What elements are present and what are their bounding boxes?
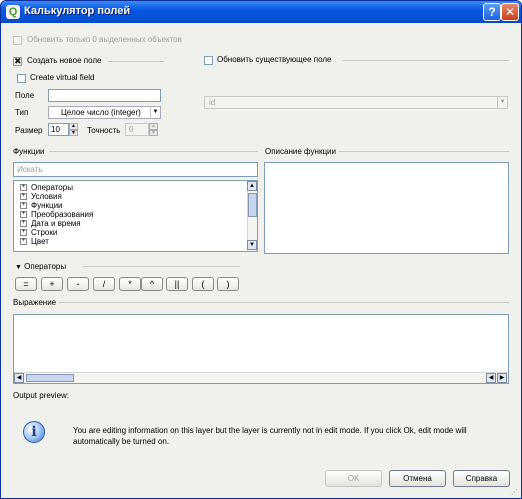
create-virtual-field-label: Create virtual field <box>30 73 95 82</box>
group-divider <box>83 266 240 267</box>
tree-item-conditions[interactable]: + Условия <box>20 192 62 201</box>
scroll-left-icon[interactable]: ◀ <box>486 373 496 383</box>
field-name-input[interactable] <box>48 89 161 102</box>
precision-up-icon[interactable]: ▲ <box>149 123 158 130</box>
existing-field-select[interactable]: id ▼ <box>204 96 508 109</box>
field-type-value: Целое число (integer) <box>61 108 141 117</box>
create-new-field-label: Создать новое поле <box>27 56 102 65</box>
window-title: Калькулятор полей <box>24 5 131 17</box>
scroll-up-icon[interactable]: ▲ <box>247 181 257 191</box>
field-name-label: Поле <box>15 91 35 100</box>
expand-plus-icon[interactable]: + <box>20 202 27 210</box>
tree-item-color[interactable]: + Цвет <box>20 237 49 246</box>
size-up-icon[interactable]: ▲ <box>69 123 78 130</box>
tree-item-date-time[interactable]: + Дата и время <box>20 219 81 228</box>
field-calculator-dialog: Q Калькулятор полей ? ✕ Обновить только … <box>0 0 522 499</box>
field-precision-value: 0 <box>129 125 134 134</box>
field-size-value: 10 <box>51 125 60 134</box>
expand-plus-icon[interactable]: + <box>20 229 27 237</box>
expand-plus-icon[interactable]: + <box>20 193 27 201</box>
create-virtual-field-checkbox[interactable] <box>17 74 26 83</box>
chevron-down-icon: ▼ <box>150 107 160 118</box>
function-tree[interactable]: + Операторы + Условия + Функции + Преобразов… <box>13 180 258 252</box>
update-existing-field-label: Обновить существующее поле <box>217 55 332 64</box>
operator-divide-button[interactable]: / <box>93 277 115 291</box>
operator-concat-button[interactable]: || <box>166 277 188 291</box>
operator-open-paren-button[interactable]: ( <box>192 277 214 291</box>
field-size-input[interactable]: 10 <box>48 123 69 136</box>
function-tree-scrollbar[interactable]: ▲ ▼ <box>247 181 257 251</box>
functions-section-label: Функции <box>13 147 45 156</box>
expand-plus-icon[interactable]: + <box>20 184 27 192</box>
group-divider <box>339 151 509 152</box>
existing-field-value: id <box>209 98 216 107</box>
tree-item-conversions[interactable]: + Преобразования <box>20 210 93 219</box>
operators-toggle[interactable]: ▼ Операторы <box>15 262 66 271</box>
field-precision-label: Точность <box>87 126 121 135</box>
expand-plus-icon[interactable]: + <box>20 211 27 219</box>
function-search-input[interactable]: Искать <box>13 162 258 177</box>
operator-multiply-button[interactable]: * <box>119 277 141 291</box>
scroll-down-icon[interactable]: ▼ <box>247 240 257 250</box>
operator-power-button[interactable]: ^ <box>141 277 163 291</box>
operators-section-label: Операторы <box>24 262 67 271</box>
scroll-left-icon[interactable]: ◀ <box>14 373 24 383</box>
tree-item-strings[interactable]: + Строки <box>20 228 57 237</box>
field-type-label: Тип <box>15 108 29 117</box>
expression-hscrollbar[interactable]: ◀ ◀ ▶ <box>14 372 508 383</box>
chevron-down-icon: ▼ <box>497 97 507 108</box>
operator-close-paren-button[interactable]: ) <box>217 277 239 291</box>
field-type-select[interactable]: Целое число (integer) ▼ <box>48 106 161 119</box>
update-existing-field-checkbox[interactable] <box>204 56 213 65</box>
create-new-field-checkbox[interactable] <box>13 56 22 67</box>
tree-item-operators[interactable]: + Операторы <box>20 183 73 192</box>
field-size-label: Размер <box>15 126 43 135</box>
title-bar[interactable]: Q Калькулятор полей ? ✕ <box>1 1 521 23</box>
group-divider <box>108 61 164 62</box>
tree-item-functions[interactable]: + Функции <box>20 201 63 210</box>
output-preview-label: Output preview: <box>13 391 70 400</box>
resize-grip-icon[interactable]: ⋰ <box>511 488 518 496</box>
triangle-down-icon: ▼ <box>15 264 22 271</box>
group-divider <box>49 151 258 152</box>
scroll-thumb[interactable] <box>248 193 257 217</box>
update-selected-only-label: Обновить только 0 выделенных объектов <box>27 35 182 44</box>
group-divider <box>59 302 509 303</box>
update-selected-only-checkbox[interactable] <box>13 36 22 45</box>
info-icon: i <box>23 421 45 443</box>
ok-button[interactable]: OK <box>325 470 382 487</box>
expand-plus-icon[interactable]: + <box>20 238 27 246</box>
function-description-panel <box>264 162 509 254</box>
precision-down-icon[interactable]: ▼ <box>149 130 158 136</box>
function-search-placeholder: Искать <box>17 165 43 174</box>
expand-plus-icon[interactable]: + <box>20 220 27 228</box>
operator-equals-button[interactable]: = <box>15 277 37 291</box>
operator-plus-button[interactable]: + <box>41 277 63 291</box>
cancel-button[interactable]: Отмена <box>389 470 446 487</box>
close-title-button[interactable]: ✕ <box>501 3 519 21</box>
operator-minus-button[interactable]: - <box>67 277 89 291</box>
help-button[interactable]: Справка <box>453 470 510 487</box>
field-precision-input[interactable]: 0 <box>125 123 149 136</box>
size-down-icon[interactable]: ▼ <box>69 130 78 136</box>
scroll-thumb[interactable] <box>26 374 74 382</box>
help-title-button[interactable]: ? <box>483 3 501 21</box>
edit-mode-info-message: You are editing information on this laye… <box>73 426 467 446</box>
expression-editor[interactable]: ◀ ◀ ▶ <box>13 314 509 384</box>
qgis-app-icon: Q <box>6 5 20 19</box>
expression-section-label: Выражение <box>13 298 57 307</box>
scroll-right-icon[interactable]: ▶ <box>497 373 507 383</box>
function-description-label: Описание функции <box>265 147 336 156</box>
group-divider <box>343 60 509 61</box>
